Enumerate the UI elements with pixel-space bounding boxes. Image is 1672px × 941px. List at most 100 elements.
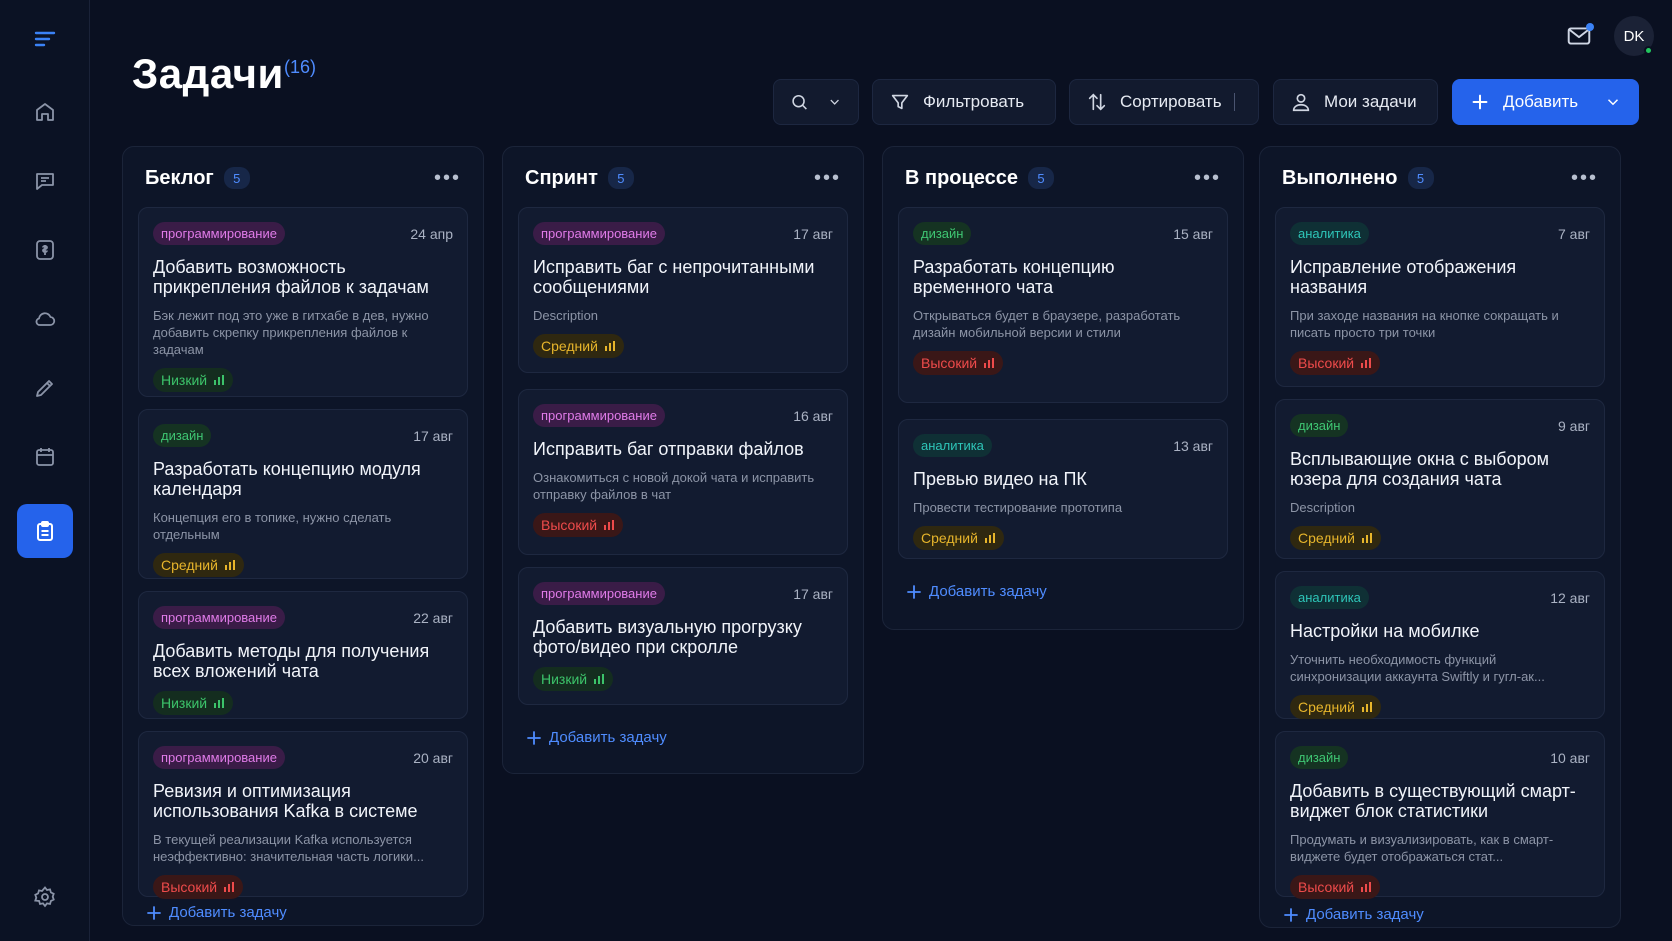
tag-badge: дизайн [1290, 414, 1349, 437]
priority-badge: Средний [533, 334, 624, 358]
bar-chart-icon [224, 560, 235, 570]
sort-button[interactable]: Сортировать [1069, 79, 1259, 125]
task-date: 7 авг [1557, 225, 1590, 242]
filter-label: Фильтровать [923, 92, 1025, 111]
tag-badge: аналитика [913, 434, 992, 457]
tag-badge: аналитика [1290, 222, 1369, 245]
divider [1233, 93, 1235, 111]
column-in-progress: В процессе 5 ••• дизайн 15 авг Разработат… [882, 146, 1244, 630]
column-title: Выполнено [1282, 166, 1398, 189]
column-title: В процессе [905, 166, 1019, 189]
task-description: Провести тестирование прототипа [913, 500, 1123, 515]
bar-chart-icon [214, 698, 225, 708]
task-description: При заходе названия на кнопке сокращать … [1290, 308, 1559, 340]
task-title: Настройки на мобилке [1290, 621, 1480, 641]
task-card[interactable]: аналитика 12 авг Настройки на мобилке Уто… [1275, 571, 1605, 719]
column-backlog: Беклог 5 ••• программирование 24 апр Доба… [122, 146, 484, 926]
filter-icon [891, 94, 909, 110]
add-task-label: Добавить задачу [1306, 906, 1424, 923]
task-description: Description [1290, 500, 1356, 515]
task-card[interactable]: аналитика 13 авг Превью видео на ПК Прове… [898, 419, 1228, 559]
task-description: Открываться будет в браузере, разработат… [913, 308, 1181, 340]
sidebar [0, 0, 90, 941]
home-icon[interactable] [28, 95, 62, 129]
task-card[interactable]: дизайн 15 авг Разработать концепцию време… [898, 207, 1228, 403]
chat-icon[interactable] [28, 164, 62, 198]
wallet-icon[interactable] [28, 233, 62, 267]
task-title: Разработать концепцию временного чата [913, 257, 1115, 297]
mail-icon[interactable] [1564, 21, 1594, 51]
avatar[interactable]: DK [1614, 16, 1654, 56]
priority-badge: Высокий [533, 513, 624, 537]
my-tasks-button[interactable]: Мои задачи [1273, 79, 1438, 125]
plus-icon [147, 905, 161, 920]
search-button[interactable] [773, 79, 859, 125]
column-count: 5 [1028, 167, 1055, 189]
tasks-icon[interactable] [17, 504, 73, 558]
bar-chart-icon [984, 533, 995, 543]
task-count: (16) [284, 57, 317, 77]
task-description: Бэк лежит под это уже в гитхабе в дев, н… [153, 308, 429, 357]
task-card[interactable]: программирование 24 апр Добавить возможно… [138, 207, 468, 397]
task-date: 22 авг [413, 609, 453, 626]
top-icons: DK [1564, 16, 1654, 56]
bar-chart-icon [224, 882, 235, 892]
task-card[interactable]: программирование 20 авг Ревизия и оптимиз… [138, 731, 468, 899]
chevron-down-icon[interactable] [1604, 93, 1622, 111]
task-description: Ознакомиться с новой докой чата и исправ… [533, 470, 815, 502]
add-button[interactable]: Добавить [1452, 79, 1639, 125]
plus-icon [527, 730, 541, 745]
column-sprint: Спринт 5 ••• программирование 17 авг Испр… [502, 146, 864, 774]
add-label: Добавить [1503, 92, 1579, 111]
task-card[interactable]: дизайн 17 авг Разработать концепцию модул… [138, 409, 468, 579]
more-icon[interactable]: ••• [1571, 167, 1598, 190]
task-card[interactable]: программирование 17 авг Исправить баг с н… [518, 207, 848, 373]
add-task-label: Добавить задачу [929, 583, 1047, 600]
tag-badge: дизайн [153, 424, 212, 447]
bar-chart-icon [594, 674, 605, 684]
priority-badge: Низкий [153, 691, 234, 715]
more-icon[interactable]: ••• [814, 167, 841, 190]
tag-badge: программирование [533, 404, 665, 427]
task-title: Всплывающие окна с выбором юзера для соз… [1290, 449, 1549, 489]
add-task-button[interactable]: Добавить задачу [1284, 906, 1424, 923]
priority-badge: Средний [1290, 526, 1381, 550]
bar-chart-icon [604, 341, 615, 351]
task-date: 17 авг [413, 427, 453, 444]
priority-badge: Средний [153, 553, 244, 577]
bar-chart-icon [1361, 882, 1372, 892]
task-date: 16 авг [793, 407, 833, 424]
task-date: 17 авг [793, 585, 833, 602]
task-date: 9 авг [1557, 417, 1590, 434]
pencil-icon[interactable] [28, 371, 62, 405]
task-card[interactable]: программирование 16 авг Исправить баг отп… [518, 389, 848, 555]
tag-badge: программирование [533, 222, 665, 245]
task-card[interactable]: аналитика 7 авг Исправление отображения н… [1275, 207, 1605, 387]
calendar-icon[interactable] [28, 440, 62, 474]
task-card[interactable]: программирование 17 авг Добавить визуальн… [518, 567, 848, 705]
bar-chart-icon [214, 375, 225, 385]
priority-badge: Низкий [533, 667, 614, 691]
my-tasks-label: Мои задачи [1324, 92, 1417, 111]
menu-icon[interactable] [28, 22, 62, 56]
add-task-button[interactable]: Добавить задачу [907, 583, 1047, 600]
add-task-button[interactable]: Добавить задачу [147, 904, 287, 921]
more-icon[interactable]: ••• [434, 167, 461, 190]
task-description: Продумать и визуализировать, как в смарт… [1290, 832, 1554, 864]
tag-badge: программирование [153, 222, 285, 245]
filter-button[interactable]: Фильтровать [872, 79, 1056, 125]
add-task-label: Добавить задачу [549, 729, 667, 746]
add-task-button[interactable]: Добавить задачу [527, 729, 667, 746]
online-indicator [1644, 46, 1653, 55]
task-card[interactable]: программирование 22 авг Добавить методы д… [138, 591, 468, 719]
cloud-icon[interactable] [28, 302, 62, 336]
more-icon[interactable]: ••• [1194, 167, 1221, 190]
settings-icon[interactable] [28, 880, 62, 914]
task-description: Концепция его в топике, нужно сделать от… [153, 510, 392, 542]
task-card[interactable]: дизайн 10 авг Добавить в существующий сма… [1275, 731, 1605, 899]
task-title: Превью видео на ПК [913, 469, 1087, 489]
chevron-down-icon [830, 99, 839, 105]
task-card[interactable]: дизайн 9 авг Всплывающие окна с выбором ю… [1275, 399, 1605, 559]
task-title: Добавить методы для получения всех вложе… [153, 641, 430, 681]
task-title: Ревизия и оптимизация использования Kafk… [153, 781, 418, 821]
